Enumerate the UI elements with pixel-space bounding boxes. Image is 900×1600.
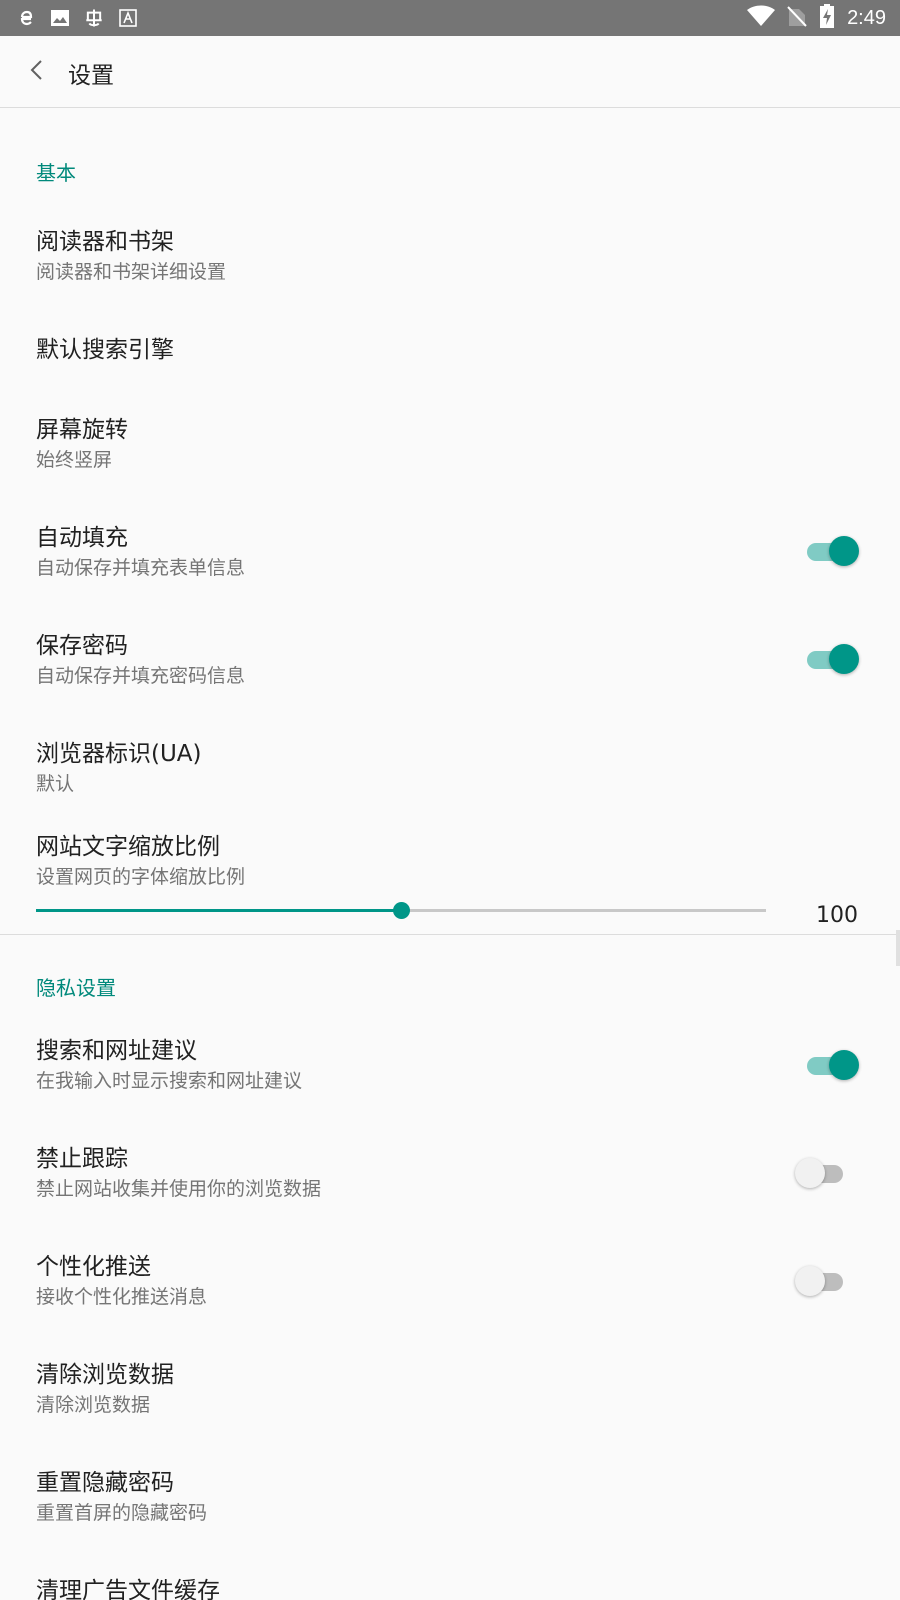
setting-do-not-track[interactable]: 禁止跟踪 禁止网站收集并使用你的浏览数据 <box>0 1132 900 1212</box>
toggle-thumb <box>829 536 859 566</box>
status-bar-system: 2:49 <box>747 4 886 32</box>
setting-reset-hidden-password[interactable]: 重置隐藏密码 重置首屏的隐藏密码 <box>0 1456 900 1536</box>
setting-subtitle: 自动保存并填充密码信息 <box>36 665 246 687</box>
text-scale-slider[interactable] <box>36 898 766 922</box>
search-suggest-toggle[interactable] <box>803 1048 859 1082</box>
section-divider <box>0 934 900 935</box>
setting-title: 网站文字缩放比例 <box>36 834 220 860</box>
setting-reader-shelf[interactable]: 阅读器和书架 阅读器和书架详细设置 <box>0 210 900 290</box>
image-icon <box>50 8 70 28</box>
setting-title: 清除浏览数据 <box>36 1362 174 1388</box>
toggle-thumb <box>795 1158 825 1188</box>
app-bar: 设置 <box>0 36 900 108</box>
setting-subtitle: 清除浏览数据 <box>36 1394 151 1416</box>
setting-subtitle: 禁止网站收集并使用你的浏览数据 <box>36 1178 322 1200</box>
setting-title: 重置隐藏密码 <box>36 1470 174 1496</box>
section-header-privacy: 隐私设置 <box>36 976 116 1000</box>
setting-title: 禁止跟踪 <box>36 1146 128 1172</box>
section-header-basic: 基本 <box>36 161 76 185</box>
autofill-toggle[interactable] <box>803 534 859 568</box>
setting-title: 搜索和网址建议 <box>36 1038 197 1064</box>
setting-title: 阅读器和书架 <box>36 229 174 255</box>
setting-screen-rotation[interactable]: 屏幕旋转 始终竖屏 <box>0 398 900 478</box>
setting-subtitle: 重置首屏的隐藏密码 <box>36 1502 208 1524</box>
setting-personalized-push[interactable]: 个性化推送 接收个性化推送消息 <box>0 1240 900 1320</box>
setting-default-search[interactable]: 默认搜索引擎 <box>0 318 900 388</box>
slider-thumb[interactable] <box>393 902 410 919</box>
setting-subtitle: 在我输入时显示搜索和网址建议 <box>36 1070 303 1092</box>
text-scale-value: 100 <box>816 903 858 928</box>
setting-user-agent[interactable]: 浏览器标识(UA) 默认 <box>0 722 900 802</box>
setting-title: 浏览器标识(UA) <box>36 741 202 767</box>
bug-icon <box>84 8 104 28</box>
setting-title: 清理广告文件缓存 <box>36 1578 220 1600</box>
toggle-thumb <box>795 1266 825 1296</box>
toggle-thumb <box>829 644 859 674</box>
browser-icon <box>16 8 36 28</box>
scrollbar[interactable] <box>896 930 900 966</box>
toggle-thumb <box>829 1050 859 1080</box>
setting-title: 保存密码 <box>36 633 128 659</box>
setting-title: 自动填充 <box>36 525 128 551</box>
no-sim-icon <box>787 5 807 31</box>
setting-subtitle: 自动保存并填充表单信息 <box>36 557 246 579</box>
status-time: 2:49 <box>847 6 886 29</box>
setting-save-password[interactable]: 保存密码 自动保存并填充密码信息 <box>0 614 900 694</box>
save-password-toggle[interactable] <box>803 642 859 676</box>
setting-search-suggest[interactable]: 搜索和网址建议 在我输入时显示搜索和网址建议 <box>0 1024 900 1104</box>
do-not-track-toggle[interactable] <box>795 1156 851 1190</box>
page-title: 设置 <box>68 63 114 89</box>
back-arrow-icon <box>29 59 43 85</box>
personalized-push-toggle[interactable] <box>795 1264 851 1298</box>
setting-subtitle: 默认 <box>36 773 75 795</box>
wifi-icon <box>747 5 776 31</box>
setting-clear-data[interactable]: 清除浏览数据 清除浏览数据 <box>0 1348 900 1428</box>
setting-clear-ad-cache[interactable]: 清理广告文件缓存 <box>0 1564 900 1600</box>
status-bar: 2:49 <box>0 0 900 36</box>
setting-title: 个性化推送 <box>36 1254 151 1280</box>
back-button[interactable] <box>18 52 54 92</box>
setting-subtitle: 设置网页的字体缩放比例 <box>36 866 246 888</box>
setting-subtitle: 接收个性化推送消息 <box>36 1286 208 1308</box>
setting-subtitle: 阅读器和书架详细设置 <box>36 261 227 283</box>
setting-autofill[interactable]: 自动填充 自动保存并填充表单信息 <box>0 506 900 586</box>
setting-title: 默认搜索引擎 <box>36 337 174 363</box>
slider-fill <box>36 909 401 912</box>
setting-title: 屏幕旋转 <box>36 417 128 443</box>
status-bar-notifications <box>16 5 138 31</box>
font-icon <box>118 8 138 28</box>
battery-charging-icon <box>819 4 835 32</box>
setting-subtitle: 始终竖屏 <box>36 449 113 471</box>
